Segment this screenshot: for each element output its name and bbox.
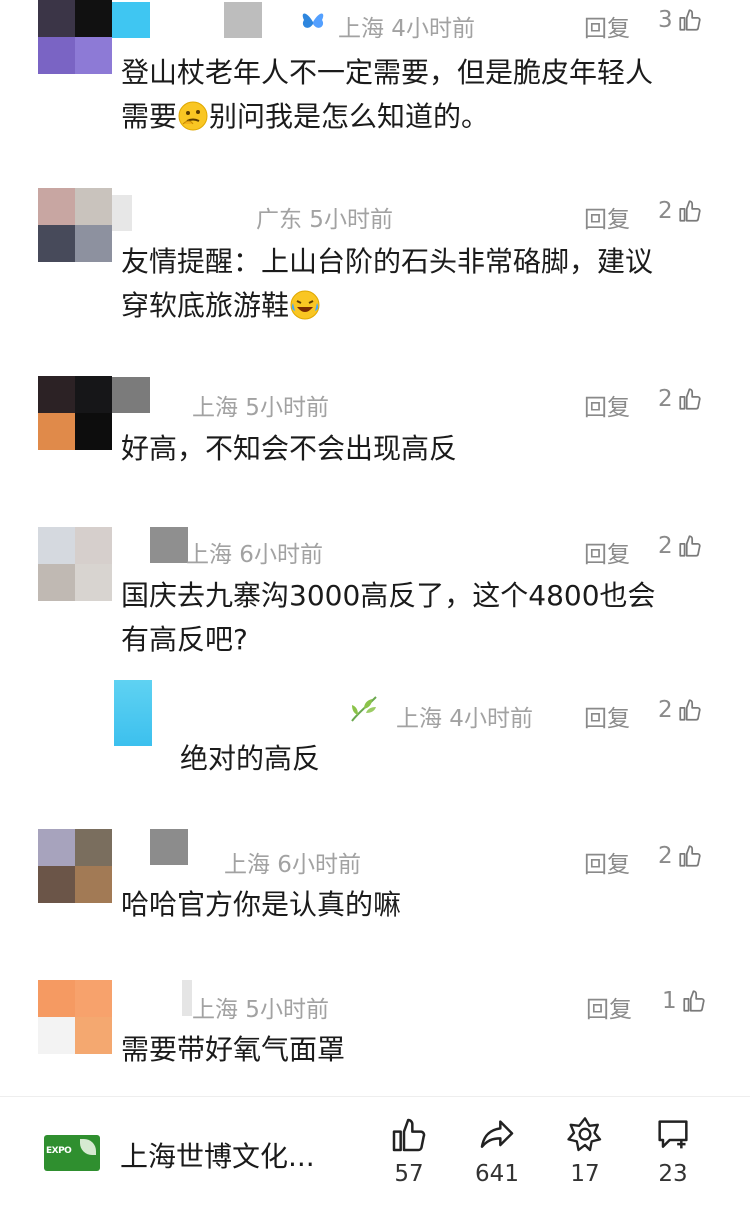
reply-button[interactable]: 回复: [584, 535, 630, 569]
username-blurred[interactable]: [112, 829, 212, 865]
bottom-action-bar: EXPO 上海世博文化... 57 641 17 23: [0, 1096, 750, 1207]
share-count: 641: [475, 1161, 519, 1187]
like-button[interactable]: 2: [658, 697, 703, 723]
avatar[interactable]: [38, 376, 112, 450]
reply-button[interactable]: 回复: [586, 990, 632, 1024]
comment-meta: 上海 5小时前: [192, 395, 329, 421]
like-count: 2: [658, 843, 673, 869]
comment-meta: 上海 5小时前: [192, 997, 329, 1023]
comment-line: 绝对的高反: [180, 742, 321, 775]
comment-text: 友情提醒：上山台阶的石头非常硌脚，建议 穿软底旅游鞋: [121, 240, 653, 328]
like-button[interactable]: 2: [658, 533, 703, 559]
comment-line: 哈哈官方你是认真的嘛: [121, 888, 402, 921]
like-action-button[interactable]: 57: [374, 1115, 444, 1187]
username-blurred[interactable]: [112, 527, 192, 563]
favorite-action-button[interactable]: 17: [550, 1115, 620, 1187]
comment-line: 需要 别问我是怎么知道的。: [121, 95, 653, 139]
comment-line: 穿软底旅游鞋: [121, 284, 653, 328]
reply-button[interactable]: 回复: [584, 699, 630, 733]
like-button[interactable]: 2: [658, 386, 703, 412]
comment-meta: 广东 5小时前: [256, 207, 393, 233]
avatar[interactable]: [38, 829, 112, 903]
comment-text: 国庆去九寨沟3000高反了，这个4800也会 有高反吧?: [121, 574, 656, 662]
like-count: 57: [394, 1161, 424, 1187]
thumbs-up-icon: [679, 9, 701, 31]
comment-text: 需要带好氧气面罩: [121, 1028, 345, 1072]
like-count: 2: [658, 198, 673, 224]
thumbs-up-icon: [679, 200, 701, 222]
like-button[interactable]: 2: [658, 198, 703, 224]
logo-text: EXPO: [46, 1146, 72, 1156]
comment-line: 登山杖老年人不一定需要，但是脆皮年轻人: [121, 56, 654, 89]
like-count: 3: [658, 7, 673, 33]
comment-line: 国庆去九寨沟3000高反了，这个4800也会: [121, 579, 656, 612]
thinking-face-icon: [178, 101, 208, 131]
avatar[interactable]: [38, 527, 112, 601]
like-count: 1: [662, 988, 677, 1014]
username-blurred[interactable]: [112, 2, 312, 38]
username-blurred[interactable]: [112, 195, 242, 231]
share-action-button[interactable]: 641: [462, 1115, 532, 1187]
comment-line: 有高反吧?: [121, 623, 248, 656]
reply-button[interactable]: 回复: [584, 9, 630, 43]
star-favorite-icon: [567, 1117, 602, 1152]
comment-meta: 上海 6小时前: [186, 542, 323, 568]
comment-meta: 上海 4小时前: [338, 16, 475, 42]
comment-segment: 穿软底旅游鞋: [121, 289, 290, 322]
reply-button[interactable]: 回复: [584, 845, 630, 879]
comment-count: 23: [658, 1161, 688, 1187]
avatar[interactable]: [114, 680, 152, 746]
comment-text: 登山杖老年人不一定需要，但是脆皮年轻人 需要 别问我是怎么知道的。: [121, 51, 653, 139]
comment-text: 好高，不知会不会出现高反: [121, 427, 457, 471]
thumbs-up-icon: [683, 990, 705, 1012]
favorite-count: 17: [570, 1161, 600, 1187]
comment-meta: 上海 4小时前: [396, 706, 533, 732]
thumbs-up-icon: [392, 1118, 426, 1152]
leaf-icon: [351, 696, 377, 722]
comment-meta: 上海 6小时前: [224, 852, 361, 878]
like-count: 2: [658, 386, 673, 412]
like-button[interactable]: 2: [658, 843, 703, 869]
comment-action-button[interactable]: 23: [638, 1115, 708, 1187]
account-logo[interactable]: EXPO: [44, 1135, 100, 1171]
avatar[interactable]: [38, 0, 112, 74]
username-blurred[interactable]: [112, 980, 192, 1016]
like-button[interactable]: 1: [662, 988, 707, 1014]
like-count: 2: [658, 697, 673, 723]
logo-leaf-shape: [80, 1139, 96, 1155]
comment-add-icon: [658, 1120, 688, 1149]
like-count: 2: [658, 533, 673, 559]
comment-text: 绝对的高反: [180, 737, 320, 781]
like-button[interactable]: 3: [658, 7, 703, 33]
laughing-crying-face-icon: [290, 290, 320, 320]
comment-line: 需要带好氧气面罩: [121, 1033, 346, 1066]
avatar[interactable]: [38, 188, 112, 262]
thumbs-up-icon: [679, 535, 701, 557]
comment-text: 哈哈官方你是认真的嘛: [121, 883, 401, 927]
reply-button[interactable]: 回复: [584, 200, 630, 234]
share-arrow-icon: [480, 1120, 514, 1148]
username-blurred[interactable]: [112, 377, 192, 413]
comment-line: 好高，不知会不会出现高反: [121, 432, 458, 465]
comment-line: 友情提醒：上山台阶的石头非常硌脚，建议: [121, 245, 654, 278]
thumbs-up-icon: [679, 845, 701, 867]
thumbs-up-icon: [679, 699, 701, 721]
comment-segment: 别问我是怎么知道的。: [209, 100, 490, 133]
avatar[interactable]: [38, 980, 112, 1054]
thumbs-up-icon: [679, 388, 701, 410]
account-name[interactable]: 上海世博文化...: [120, 1135, 315, 1175]
comment-segment: 需要: [121, 100, 178, 133]
reply-button[interactable]: 回复: [584, 388, 630, 422]
butterfly-icon: [302, 13, 324, 28]
